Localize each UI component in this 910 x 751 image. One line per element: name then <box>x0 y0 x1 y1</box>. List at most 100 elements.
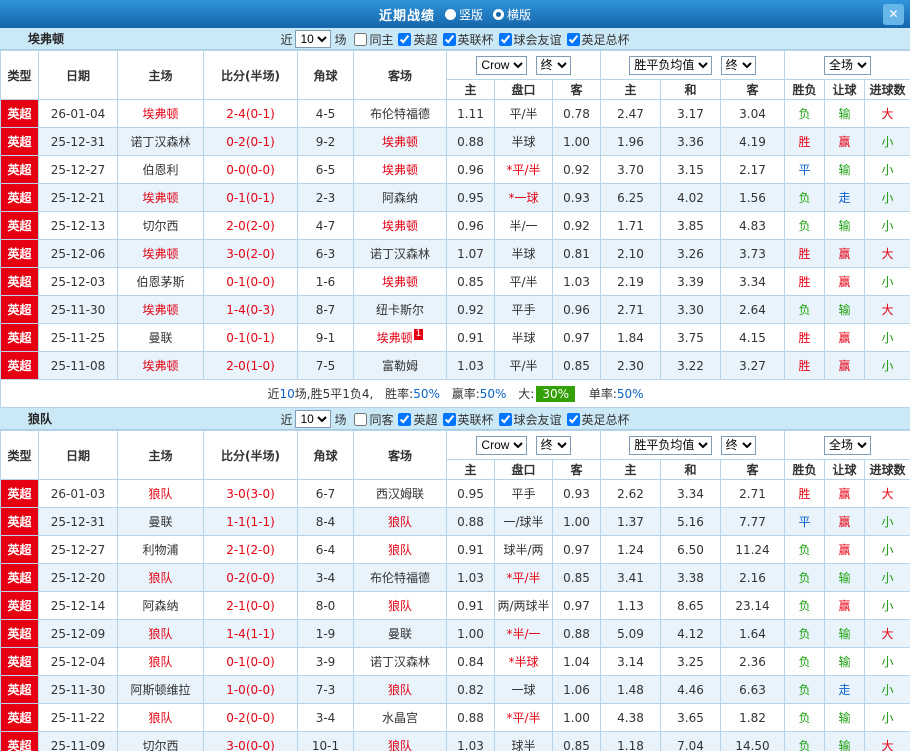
result-cell: 平 <box>784 507 826 536</box>
filter-checkbox[interactable]: 英超 <box>398 31 438 48</box>
column-subheader: 客 <box>719 459 786 480</box>
filter-checkbox-input[interactable] <box>498 32 512 46</box>
fullmatch-select[interactable]: 全场 <box>824 55 872 75</box>
avg-final-select[interactable]: 终 <box>720 435 756 455</box>
match-count-select[interactable]: 10 <box>295 410 332 428</box>
avg-away-cell: 14.50 <box>719 731 786 751</box>
odds-source-select[interactable]: Crow <box>476 55 528 75</box>
column-subheader: 客 <box>552 459 601 480</box>
filter-checkbox-input[interactable] <box>442 32 456 46</box>
date-cell: 25-12-27 <box>38 535 118 564</box>
filter-checkbox-input[interactable] <box>566 32 580 46</box>
avg-away-cell: 4.19 <box>719 127 786 156</box>
avg-select[interactable]: 胜平负均值 <box>629 55 713 75</box>
avg-away-cell: 2.16 <box>719 563 786 592</box>
avg-select[interactable]: 胜平负均值 <box>629 435 713 455</box>
type-badge: 英超 <box>0 703 39 732</box>
layout-radio-vertical[interactable]: 竖版 <box>444 6 483 23</box>
avg-group-header: 胜平负均值 终 <box>599 430 786 460</box>
column-subheader: 胜负 <box>784 459 826 480</box>
away-team-cell: 狼队 <box>353 507 447 536</box>
date-cell: 25-12-21 <box>38 183 118 212</box>
home-team-cell: 利物浦 <box>117 535 204 564</box>
goals-cell: 大 <box>864 479 910 508</box>
handicap-result-cell: 输 <box>824 703 866 732</box>
filter-checkbox-input[interactable] <box>354 32 368 46</box>
home-team-cell: 狼队 <box>117 479 204 508</box>
away-team-cell: 阿森纳 <box>353 183 447 212</box>
column-subheader: 主 <box>446 459 495 480</box>
games-label: 场 <box>334 32 347 47</box>
avg-away-cell: 1.82 <box>719 703 786 732</box>
goals-cell: 小 <box>864 323 910 352</box>
filter-checkbox[interactable]: 球会友谊 <box>498 31 562 48</box>
layout-radio-horizontal[interactable]: 横版 <box>493 6 531 23</box>
odds-final-select[interactable]: 终 <box>535 55 571 75</box>
summary-single-label: 单率: <box>588 387 617 401</box>
filter-checkbox[interactable]: 英足总杯 <box>566 411 630 428</box>
handicap-cell: *一球 <box>494 183 553 212</box>
filter-checkbox-input[interactable] <box>498 412 512 426</box>
avg-home-cell: 1.96 <box>600 127 661 156</box>
goals-cell: 小 <box>864 127 910 156</box>
corner-cell: 8-7 <box>297 295 354 324</box>
col-home: 主场 <box>117 430 204 480</box>
filter-checkbox-input[interactable] <box>354 412 368 426</box>
filter-checkbox[interactable]: 球会友谊 <box>498 411 562 428</box>
filter-checkbox[interactable]: 同客 <box>354 411 393 428</box>
goals-cell: 小 <box>864 155 910 184</box>
odds-home-cell: 0.92 <box>446 295 495 324</box>
rows-body: 英超 26-01-03 狼队 3-0(3-0) 6-7 西汉姆联 0.95 平手 0.93 2.6… <box>0 479 910 751</box>
handicap-result-cell: 赢 <box>824 239 866 268</box>
odds-home-cell: 0.91 <box>446 591 495 620</box>
filter-checkbox-label: 英联杯 <box>457 412 494 427</box>
filter-checkbox[interactable]: 英联杯 <box>442 411 494 428</box>
avg-draw-cell: 5.16 <box>660 507 721 536</box>
odds-home-cell: 0.96 <box>446 211 495 240</box>
odds-home-cell: 0.88 <box>446 507 495 536</box>
avg-home-cell: 2.10 <box>600 239 661 268</box>
avg-draw-cell: 3.85 <box>660 211 721 240</box>
odds-source-select[interactable]: Crow <box>476 435 528 455</box>
home-team-cell: 曼联 <box>117 323 204 352</box>
corner-cell: 3-4 <box>297 563 354 592</box>
filter-checkbox-input[interactable] <box>442 412 456 426</box>
corner-cell: 6-4 <box>297 535 354 564</box>
handicap-result-cell: 输 <box>824 563 866 592</box>
section-header: 狼队 近 10 场 同客 英超 英联杯 球会友谊 英足总杯 <box>0 408 910 430</box>
close-button[interactable]: ✕ <box>883 4 904 25</box>
filter-checkbox-input[interactable] <box>398 412 412 426</box>
games-label: 场 <box>334 412 347 427</box>
score-cell: 0-1(0-1) <box>203 323 298 352</box>
corner-cell: 6-3 <box>297 239 354 268</box>
filter-checkbox[interactable]: 同主 <box>354 31 393 48</box>
home-team-cell: 阿森纳 <box>117 591 204 620</box>
result-cell: 平 <box>784 155 826 184</box>
odds-final-select[interactable]: 终 <box>535 435 571 455</box>
result-cell: 负 <box>784 591 826 620</box>
filter-checkbox[interactable]: 英足总杯 <box>566 31 630 48</box>
match-count-select[interactable]: 10 <box>295 30 332 48</box>
goals-cell: 大 <box>864 731 910 751</box>
table-row: 英超 25-12-13 切尔西 2-0(2-0) 4-7 埃弗顿 0.96 半/一 0.92 1.… <box>0 211 910 240</box>
type-badge: 英超 <box>0 563 39 592</box>
filter-checkbox-input[interactable] <box>566 412 580 426</box>
filter-checkboxes: 同客 英超 英联杯 球会友谊 英足总杯 <box>349 411 630 428</box>
handicap-result-cell: 走 <box>824 675 866 704</box>
avg-final-select[interactable]: 终 <box>720 55 756 75</box>
handicap-result-cell: 输 <box>824 99 866 128</box>
score-cell: 1-1(1-1) <box>203 507 298 536</box>
avg-home-cell: 2.71 <box>600 295 661 324</box>
table-row: 英超 25-12-06 埃弗顿 3-0(2-0) 6-3 诺丁汉森林 1.07 半球 0.81 2… <box>0 239 910 268</box>
team-name: 狼队 <box>28 412 53 426</box>
score-cell: 1-0(0-0) <box>203 675 298 704</box>
type-badge: 英超 <box>0 351 39 380</box>
result-cell: 负 <box>784 295 826 324</box>
filter-checkbox-input[interactable] <box>398 32 412 46</box>
goals-cell: 小 <box>864 591 910 620</box>
filter-checkbox[interactable]: 英联杯 <box>442 31 494 48</box>
column-subheader: 进球数 <box>864 459 910 480</box>
fullmatch-select[interactable]: 全场 <box>824 435 872 455</box>
filter-bar: 近 10 场 同主 英超 英联杯 球会友谊 英足总杯 <box>0 28 910 50</box>
filter-checkbox[interactable]: 英超 <box>398 411 438 428</box>
